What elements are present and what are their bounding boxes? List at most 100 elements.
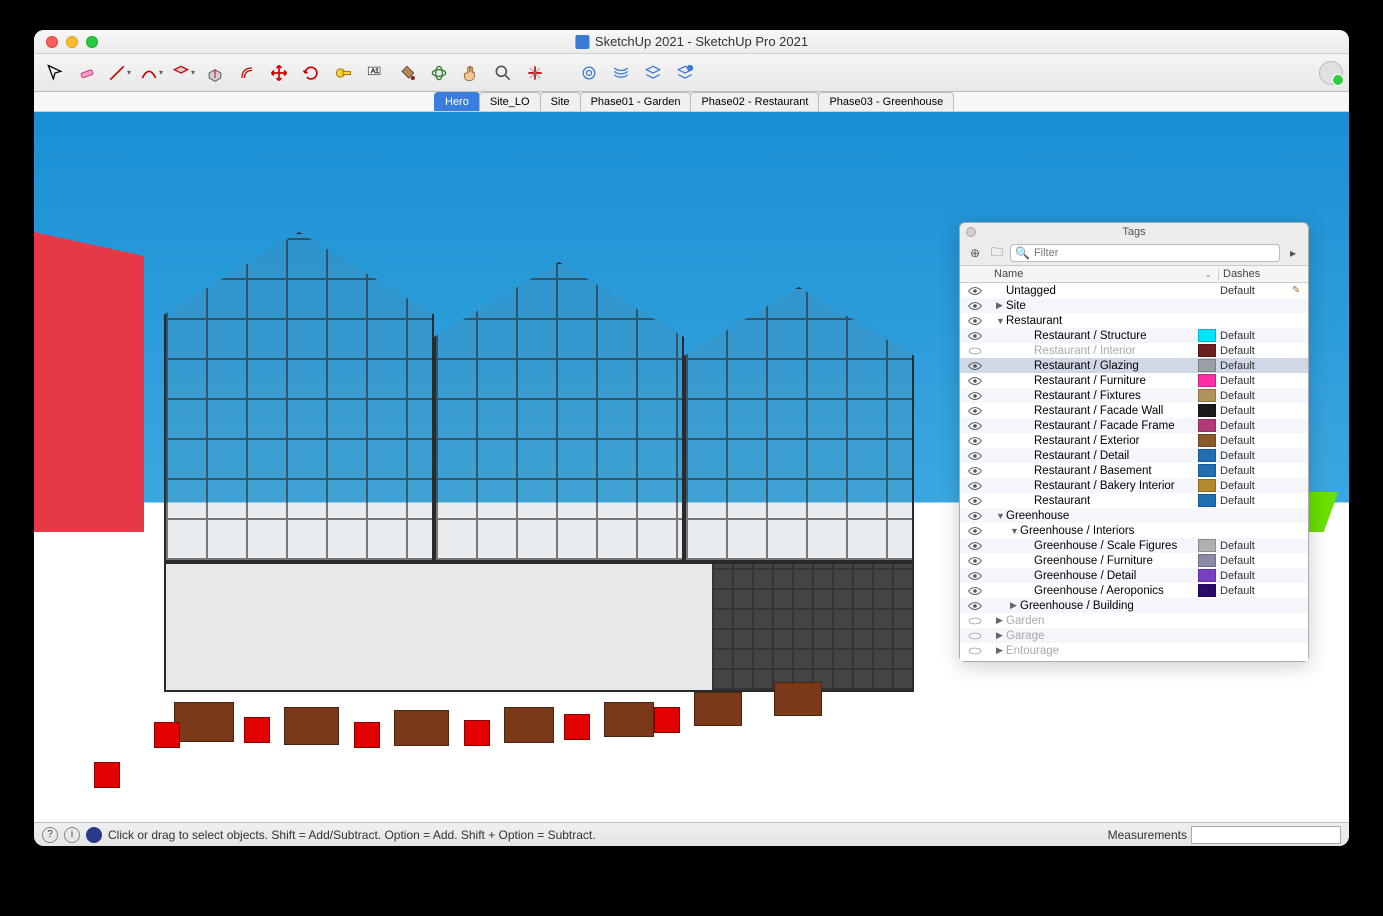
rectangle-tool[interactable]: ▾ [168, 58, 198, 88]
user-profile-button[interactable] [1319, 61, 1343, 85]
color-swatch[interactable] [1198, 329, 1216, 342]
dash-value[interactable]: Default [1220, 345, 1292, 357]
visibility-toggle[interactable] [960, 421, 990, 431]
expand-icon[interactable]: ▼ [996, 511, 1006, 521]
col-dashes[interactable]: Dashes [1218, 268, 1308, 280]
color-swatch[interactable] [1198, 554, 1216, 567]
tags-list[interactable]: UntaggedDefault✎▶Site▼RestaurantRestaura… [960, 283, 1308, 661]
tag-row[interactable]: Restaurant / Fixtures Default [960, 388, 1308, 403]
tag-name[interactable]: Restaurant / Fixtures [990, 390, 1198, 402]
visibility-toggle[interactable] [960, 286, 990, 296]
tag-row[interactable]: Restaurant / Detail Default [960, 448, 1308, 463]
offset-tool[interactable] [232, 58, 262, 88]
visibility-toggle[interactable] [960, 616, 990, 626]
dash-value[interactable]: Default [1220, 375, 1292, 387]
tag-name[interactable]: Restaurant / Exterior [990, 435, 1198, 447]
expand-icon[interactable]: ▼ [1010, 526, 1020, 536]
tag-name[interactable]: Greenhouse / Furniture [990, 555, 1198, 567]
geo-icon[interactable] [86, 827, 102, 843]
color-swatch[interactable] [1198, 404, 1216, 417]
tag-row[interactable]: Greenhouse / DetailDefault [960, 568, 1308, 583]
dash-value[interactable]: Default [1220, 420, 1292, 432]
tag-row[interactable]: Restaurant / Furniture Default [960, 373, 1308, 388]
line-tool[interactable]: ▾ [104, 58, 134, 88]
tags-filter[interactable]: 🔍 [1010, 244, 1280, 262]
close-button[interactable] [46, 36, 58, 48]
help-icon[interactable]: ? [42, 827, 58, 843]
add-tag-button[interactable]: ⊕ [966, 244, 984, 262]
tag-row[interactable]: Restaurant / GlazingDefault [960, 358, 1308, 373]
tag-name[interactable]: Greenhouse / Scale Figures [990, 540, 1198, 552]
dash-value[interactable]: Default [1220, 390, 1292, 402]
tag-name[interactable]: ▶Entourage [990, 645, 1198, 657]
dash-value[interactable]: Default [1220, 495, 1292, 507]
expand-icon[interactable]: ▶ [996, 630, 1006, 641]
col-name[interactable]: Name⌄ [990, 268, 1218, 280]
expand-icon[interactable]: ▶ [996, 300, 1006, 311]
info-icon[interactable]: i [64, 827, 80, 843]
dash-value[interactable]: Default [1220, 570, 1292, 582]
scene-tab[interactable]: Hero [434, 92, 480, 111]
extension-tool-2[interactable] [606, 58, 636, 88]
tag-row[interactable]: Restaurant / ExteriorDefault [960, 433, 1308, 448]
tag-row[interactable]: Restaurant / BasementDefault [960, 463, 1308, 478]
tag-name[interactable]: Restaurant / Detail [990, 450, 1198, 462]
dash-value[interactable]: Default [1220, 465, 1292, 477]
extension-tool-3[interactable] [638, 58, 668, 88]
dash-value[interactable]: Default [1220, 450, 1292, 462]
tag-name[interactable]: ▼Greenhouse [990, 510, 1198, 522]
tag-row[interactable]: Greenhouse / Scale Figures Default [960, 538, 1308, 553]
tag-row[interactable]: Restaurant / Facade Frame Default [960, 418, 1308, 433]
scene-tab[interactable]: Site [540, 92, 581, 111]
tag-name[interactable]: Restaurant / Furniture [990, 375, 1198, 387]
expand-icon[interactable]: ▶ [996, 645, 1006, 656]
tag-row[interactable]: Restaurant / Interior Default [960, 343, 1308, 358]
tag-name[interactable]: ▼Restaurant [990, 315, 1198, 327]
tag-row[interactable]: ▶Garage [960, 628, 1308, 643]
tag-name[interactable]: Restaurant / Bakery Interior [990, 480, 1198, 492]
tag-name[interactable]: Greenhouse / Aeroponics [990, 585, 1198, 597]
tag-name[interactable]: Restaurant [990, 495, 1198, 507]
tag-name[interactable]: ▼Greenhouse / Interiors [990, 525, 1198, 537]
tag-row[interactable]: Greenhouse / Furniture Default [960, 553, 1308, 568]
zoom-extents-tool[interactable] [520, 58, 550, 88]
visibility-toggle[interactable] [960, 496, 990, 506]
measurements-input[interactable] [1191, 826, 1341, 844]
add-folder-button[interactable]: 🗀 [988, 244, 1006, 262]
rotate-tool[interactable] [296, 58, 326, 88]
eraser-tool[interactable] [72, 58, 102, 88]
color-swatch[interactable] [1198, 494, 1216, 507]
dash-value[interactable]: Default [1220, 360, 1292, 372]
tags-filter-input[interactable] [1034, 247, 1275, 259]
color-swatch[interactable] [1198, 464, 1216, 477]
tag-name[interactable]: Restaurant / Facade Frame [990, 420, 1198, 432]
tag-name[interactable]: ▶Site [990, 300, 1198, 312]
dash-value[interactable]: Default [1220, 555, 1292, 567]
visibility-toggle[interactable] [960, 556, 990, 566]
visibility-toggle[interactable] [960, 526, 990, 536]
tag-row[interactable]: ▼Restaurant [960, 313, 1308, 328]
tag-row[interactable]: ▶Entourage [960, 643, 1308, 658]
visibility-toggle[interactable] [960, 361, 990, 371]
orbit-tool[interactable] [424, 58, 454, 88]
tag-row[interactable]: ▶Site [960, 298, 1308, 313]
expand-icon[interactable]: ▶ [1010, 600, 1020, 611]
tape-measure-tool[interactable] [328, 58, 358, 88]
tag-row[interactable]: ▼Greenhouse [960, 508, 1308, 523]
visibility-toggle[interactable] [960, 541, 990, 551]
visibility-toggle[interactable] [960, 631, 990, 641]
color-swatch[interactable] [1198, 344, 1216, 357]
color-swatch[interactable] [1198, 449, 1216, 462]
visibility-toggle[interactable] [960, 301, 990, 311]
panel-close-button[interactable] [966, 227, 976, 237]
visibility-toggle[interactable] [960, 586, 990, 596]
select-tool[interactable] [40, 58, 70, 88]
visibility-toggle[interactable] [960, 316, 990, 326]
tag-name[interactable]: Untagged [990, 285, 1198, 297]
tag-row[interactable]: Restaurant / StructureDefault [960, 328, 1308, 343]
dash-value[interactable]: Default [1220, 540, 1292, 552]
scene-tab[interactable]: Site_LO [479, 92, 541, 111]
tag-name[interactable]: Restaurant / Interior [990, 345, 1198, 357]
dash-value[interactable]: Default [1220, 405, 1292, 417]
tag-name[interactable]: Restaurant / Structure [990, 330, 1198, 342]
